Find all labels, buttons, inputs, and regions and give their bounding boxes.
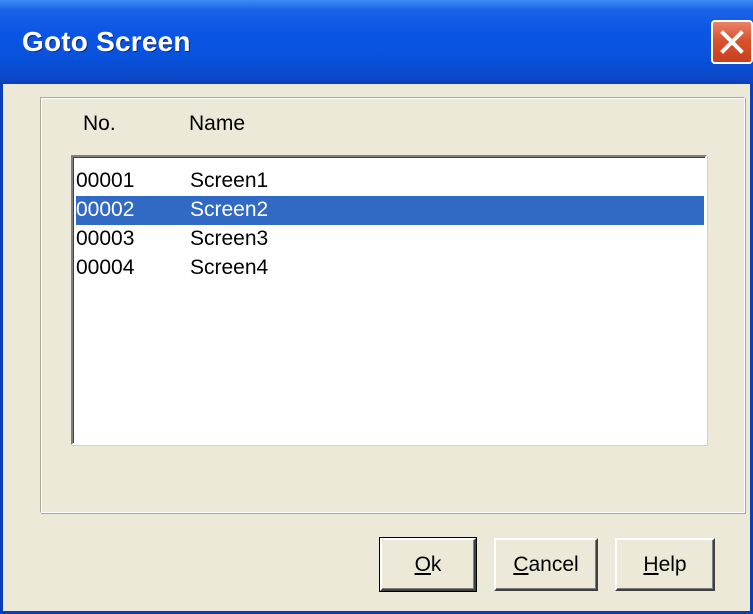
list-item-screen1[interactable]: 00001 Screen1 [76, 167, 704, 196]
cancel-button[interactable]: Cancel [494, 538, 598, 591]
column-header-no: No. [83, 112, 116, 135]
help-mnemonic: H [643, 552, 659, 576]
close-button[interactable] [711, 20, 753, 64]
ok-label-rest: k [430, 552, 442, 576]
list-item-screen4[interactable]: 00004 Screen4 [76, 254, 704, 283]
list-item-no: 00004 [76, 256, 135, 279]
ok-mnemonic: O [414, 552, 431, 576]
column-header-name: Name [189, 112, 246, 135]
list-item-screen3[interactable]: 00003 Screen3 [76, 225, 704, 254]
list-item-no: 00002 [76, 198, 135, 221]
list-item-name: Screen1 [190, 169, 269, 192]
goto-screen-dialog: Goto Screen No. Name 00001 Screen1 00002… [0, 0, 753, 614]
list-item-name: Screen2 [190, 198, 269, 221]
close-x-icon [720, 30, 744, 54]
list-item-name: Screen3 [190, 227, 269, 250]
window-title: Goto Screen [22, 26, 191, 57]
title-bar[interactable]: Goto Screen [0, 0, 753, 84]
ok-button[interactable]: Ok [379, 537, 477, 592]
cancel-label-rest: ancel [528, 552, 579, 576]
help-label-rest: elp [658, 552, 687, 576]
screen-listbox[interactable]: 00001 Screen1 00002 Screen2 00003 Screen… [71, 155, 707, 445]
list-item-screen2[interactable]: 00002 Screen2 [76, 196, 704, 225]
list-item-name: Screen4 [190, 256, 269, 279]
list-item-no: 00001 [76, 169, 135, 192]
help-button[interactable]: Help [615, 538, 715, 591]
cancel-mnemonic: C [513, 552, 529, 576]
list-item-no: 00003 [76, 227, 135, 250]
